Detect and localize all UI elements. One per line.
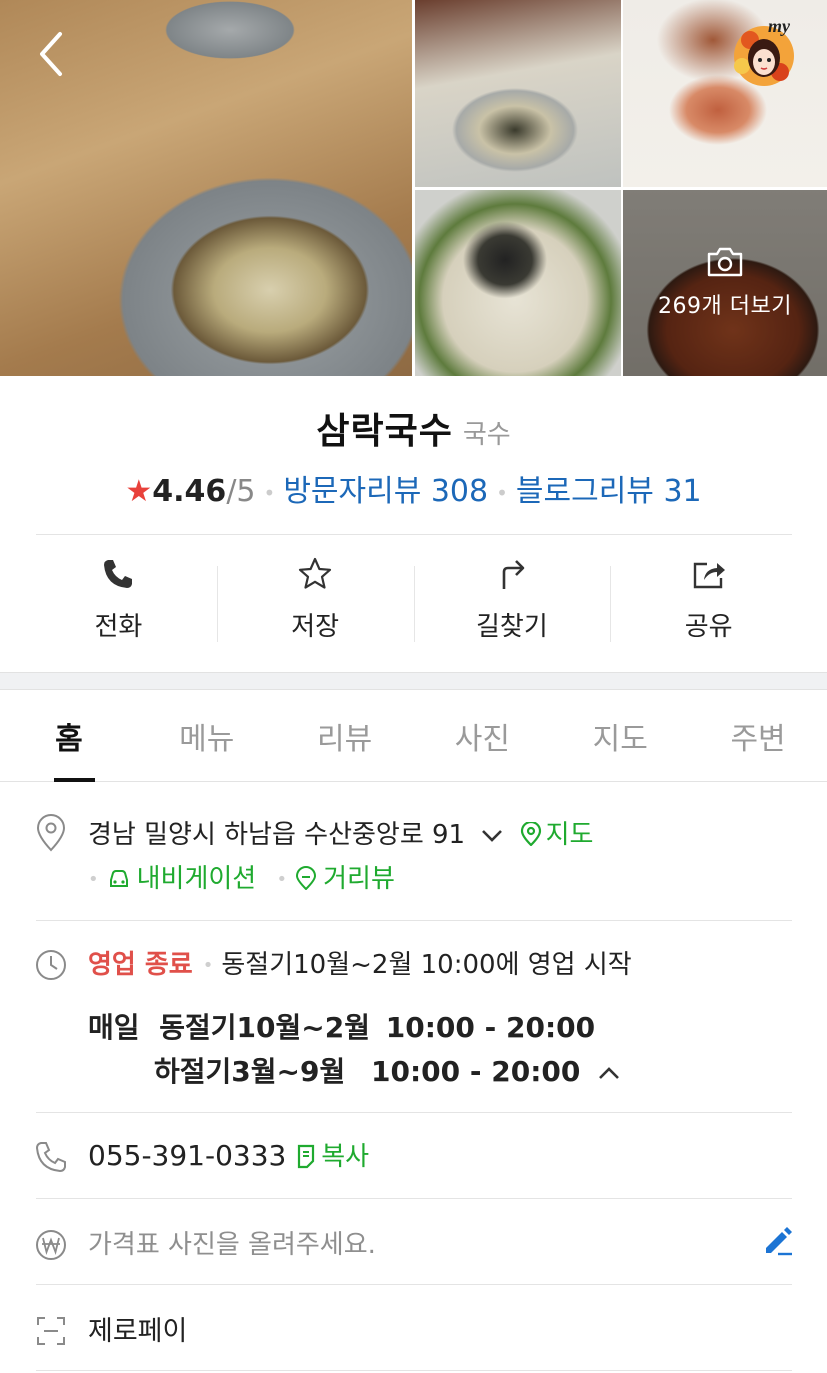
divider (36, 1112, 792, 1113)
separator-dot: • (202, 955, 214, 976)
location-pin-icon (36, 814, 66, 852)
streetview-pin-icon (296, 866, 317, 891)
divider (36, 920, 792, 921)
address-row: 경남 밀양시 하남읍 수산중앙로 91 지도 (88, 814, 593, 851)
divider (36, 534, 792, 535)
save-label: 저장 (291, 612, 340, 642)
rating-star-icon: ★ (125, 474, 153, 509)
section-gap (0, 672, 827, 690)
camera-icon (707, 247, 743, 277)
place-category: 국수 (462, 420, 511, 450)
photo-gallery[interactable]: 269개 더보기 my (0, 0, 827, 376)
visitor-review-link[interactable]: 방문자리뷰 308 (283, 474, 488, 509)
tab-bar: 홈 메뉴 리뷰 사진 지도 주변 (0, 690, 827, 782)
copy-label: 복사 (321, 1142, 370, 1172)
hours-summer-time: 10:00 - 20:00 (370, 1055, 581, 1088)
svg-text:my: my (768, 16, 791, 36)
separator-dot: • (88, 869, 99, 890)
divider (36, 1284, 792, 1285)
call-button[interactable]: 전화 (20, 556, 217, 646)
rating-row: ★4.46/5 • 방문자리뷰 308 • 블로그리뷰 31 (0, 466, 827, 510)
hours-summer-row: 하절기3월~9월 10:00 - 20:00 (154, 1050, 622, 1090)
share-button[interactable]: 공유 (610, 556, 807, 646)
rating-score: 4.46 (152, 474, 227, 509)
tab-map[interactable]: 지도 (551, 690, 689, 781)
share-icon (693, 562, 725, 589)
more-photos-label: 269개 더보기 (658, 294, 792, 319)
zeropay-scan-icon (37, 1317, 65, 1345)
phone-icon (104, 560, 133, 588)
tab-review[interactable]: 리뷰 (276, 690, 414, 781)
hours-winter-row: 매일 동절기10월~2월 10:00 - 20:00 (88, 1006, 595, 1046)
directions-icon (502, 560, 525, 589)
map-link-label: 지도 (545, 820, 594, 850)
navigation-link[interactable]: 내비게이션 (107, 864, 257, 894)
chevron-up-icon[interactable] (596, 1064, 622, 1082)
copy-phone-button[interactable]: 복사 (295, 1142, 369, 1172)
phone-row: 055-391-0333 복사 (88, 1136, 369, 1173)
chevron-down-icon[interactable] (479, 827, 505, 845)
price-photo-prompt[interactable]: 가격표 사진을 올려주세요. (88, 1224, 376, 1261)
back-chevron-icon[interactable] (32, 30, 72, 80)
separator-dot: • (276, 869, 288, 890)
photo-thumbnail-3[interactable] (415, 190, 621, 376)
rating-max: /5 (226, 474, 256, 509)
copy-icon (298, 1144, 315, 1169)
tab-home[interactable]: 홈 (0, 690, 138, 782)
map-pin-icon (520, 820, 541, 847)
save-button[interactable]: 저장 (216, 556, 414, 646)
address-text[interactable]: 경남 밀양시 하남읍 수산중앙로 91 (88, 820, 465, 850)
phone-outline-icon (35, 1142, 66, 1173)
streetview-label: 거리뷰 (323, 864, 395, 894)
more-photos-button[interactable]: 269개 더보기 (623, 190, 827, 376)
separator-dot: • (263, 480, 276, 505)
call-label: 전화 (94, 612, 143, 642)
hours-summer-label: 하절기3월~9월 (154, 1055, 346, 1088)
directions-button[interactable]: 길찾기 (413, 556, 611, 646)
car-icon (109, 870, 128, 887)
pencil-edit-icon[interactable] (762, 1224, 794, 1256)
business-status-row[interactable]: 영업 종료 • 동절기10월~2월 10:00에 영업 시작 (88, 944, 632, 981)
tab-menu[interactable]: 메뉴 (138, 690, 276, 781)
place-name: 삼락국수 (316, 411, 453, 452)
map-link[interactable]: 지도 (520, 820, 594, 850)
hours-day: 매일 (88, 1011, 140, 1044)
star-icon (299, 557, 332, 589)
blog-review-link[interactable]: 블로그리뷰 31 (516, 474, 702, 509)
navigation-label: 내비게이션 (136, 864, 257, 894)
divider (36, 1198, 792, 1199)
status-note: 동절기10월~2월 10:00에 영업 시작 (221, 950, 632, 980)
hours-winter-time: 10:00 - 20:00 (385, 1011, 596, 1044)
tab-nearby[interactable]: 주변 (689, 690, 827, 781)
phone-number[interactable]: 055-391-0333 (88, 1139, 286, 1172)
address-links-row: • 내비게이션 • 거리뷰 (88, 858, 395, 895)
status-badge: 영업 종료 (88, 950, 193, 980)
share-label: 공유 (684, 612, 733, 642)
clock-icon (36, 950, 66, 980)
directions-label: 길찾기 (475, 612, 548, 642)
avatar[interactable]: my (728, 12, 806, 90)
divider (36, 1370, 792, 1371)
photo-thumbnail-1[interactable] (415, 0, 621, 187)
action-bar: 전화 저장 길찾기 공유 (20, 556, 807, 646)
hours-winter-label: 동절기10월~2월 (159, 1011, 370, 1044)
won-currency-icon (36, 1230, 66, 1260)
zeropay-label: 제로페이 (88, 1316, 188, 1347)
separator-dot: • (496, 480, 508, 505)
streetview-link[interactable]: 거리뷰 (295, 864, 395, 894)
tab-photo[interactable]: 사진 (413, 690, 551, 781)
place-title-row: 삼락국수 국수 (0, 402, 827, 454)
